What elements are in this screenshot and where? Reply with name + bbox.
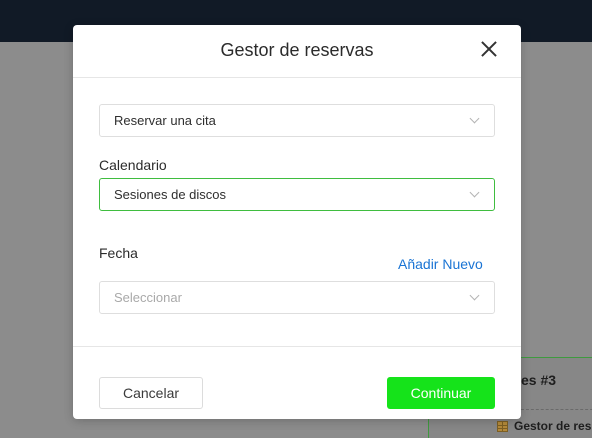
chevron-down-icon [469,290,480,301]
date-label: Fecha [99,245,138,261]
app-screen: es #3 Gestor de res Gestor de reservas R… [0,0,592,438]
continue-button[interactable]: Continuar [387,377,495,409]
cancel-button[interactable]: Cancelar [99,377,203,409]
booking-type-value: Reservar una cita [114,113,216,128]
add-new-link[interactable]: Añadir Nuevo [398,256,483,272]
background-card-row: Gestor de res [497,419,591,433]
chevron-down-icon [469,187,480,198]
date-placeholder: Seleccionar [114,290,182,305]
modal-header: Gestor de reservas [73,25,521,78]
booking-manager-modal: Gestor de reservas Reservar una cita Cal… [73,25,521,419]
divider [521,409,592,410]
close-icon[interactable] [480,40,498,58]
calendar-icon [497,420,508,432]
footer-divider [73,346,521,347]
modal-title: Gestor de reservas [220,40,374,60]
chevron-down-icon [469,113,480,124]
calendar-value: Sesiones de discos [114,187,227,202]
background-card-row-label: Gestor de res [514,419,592,433]
date-select[interactable]: Seleccionar [99,281,495,314]
background-card-title: es #3 [521,372,557,388]
calendar-label: Calendario [99,157,167,173]
booking-type-select[interactable]: Reservar una cita [99,104,495,137]
calendar-select[interactable]: Sesiones de discos [99,178,495,211]
